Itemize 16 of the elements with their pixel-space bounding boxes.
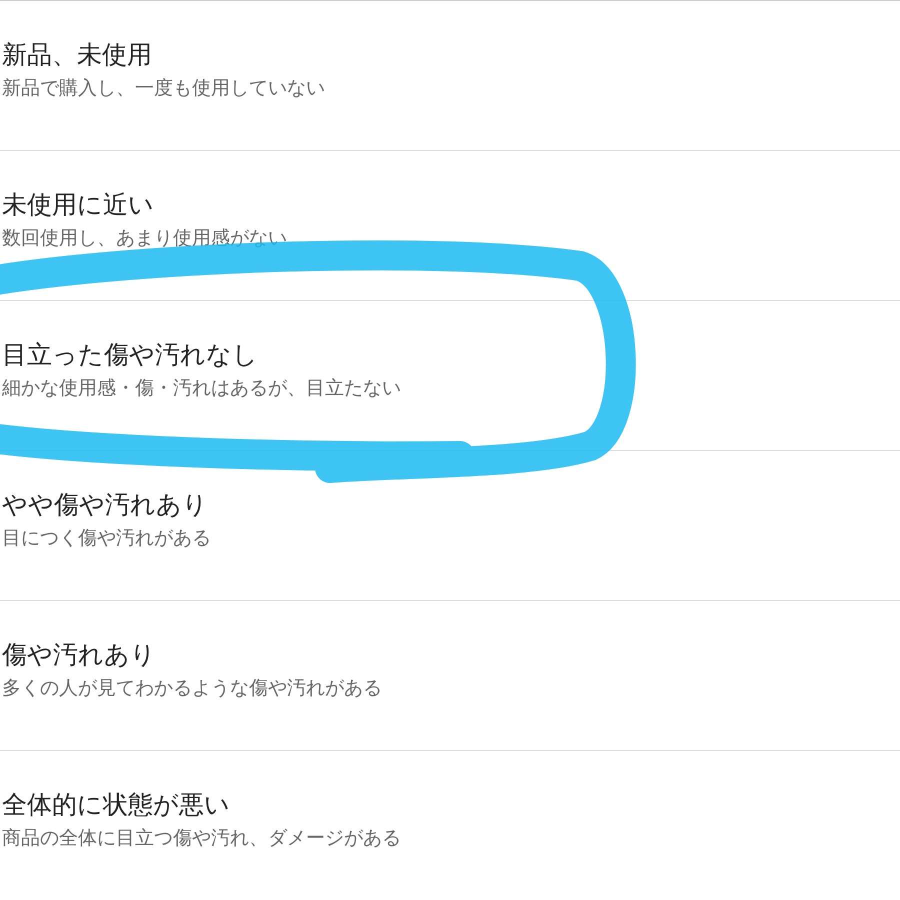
condition-option[interactable]: 傷や汚れあり 多くの人が見てわかるような傷や汚れがある	[0, 601, 900, 751]
option-description: 新品で購入し、一度も使用していない	[2, 76, 325, 101]
option-title: やや傷や汚れあり	[2, 489, 208, 520]
option-description: 商品の全体に目立つ傷や汚れ、ダメージがある	[2, 826, 401, 851]
option-title: 新品、未使用	[2, 39, 152, 70]
option-title: 全体的に状態が悪い	[2, 789, 230, 820]
option-title: 目立った傷や汚れなし	[2, 339, 258, 370]
condition-option[interactable]: 全体的に状態が悪い 商品の全体に目立つ傷や汚れ、ダメージがある	[0, 751, 900, 900]
option-description: 目につく傷や汚れがある	[2, 526, 211, 551]
option-title: 未使用に近い	[2, 189, 154, 220]
condition-option[interactable]: 目立った傷や汚れなし 細かな使用感・傷・汚れはあるが、目立たない	[0, 301, 900, 451]
condition-option[interactable]: やや傷や汚れあり 目につく傷や汚れがある	[0, 451, 900, 601]
option-description: 多くの人が見てわかるような傷や汚れがある	[2, 676, 382, 701]
option-description: 細かな使用感・傷・汚れはあるが、目立たない	[2, 376, 401, 401]
condition-option[interactable]: 新品、未使用 新品で購入し、一度も使用していない	[0, 1, 900, 151]
option-title: 傷や汚れあり	[2, 639, 156, 670]
